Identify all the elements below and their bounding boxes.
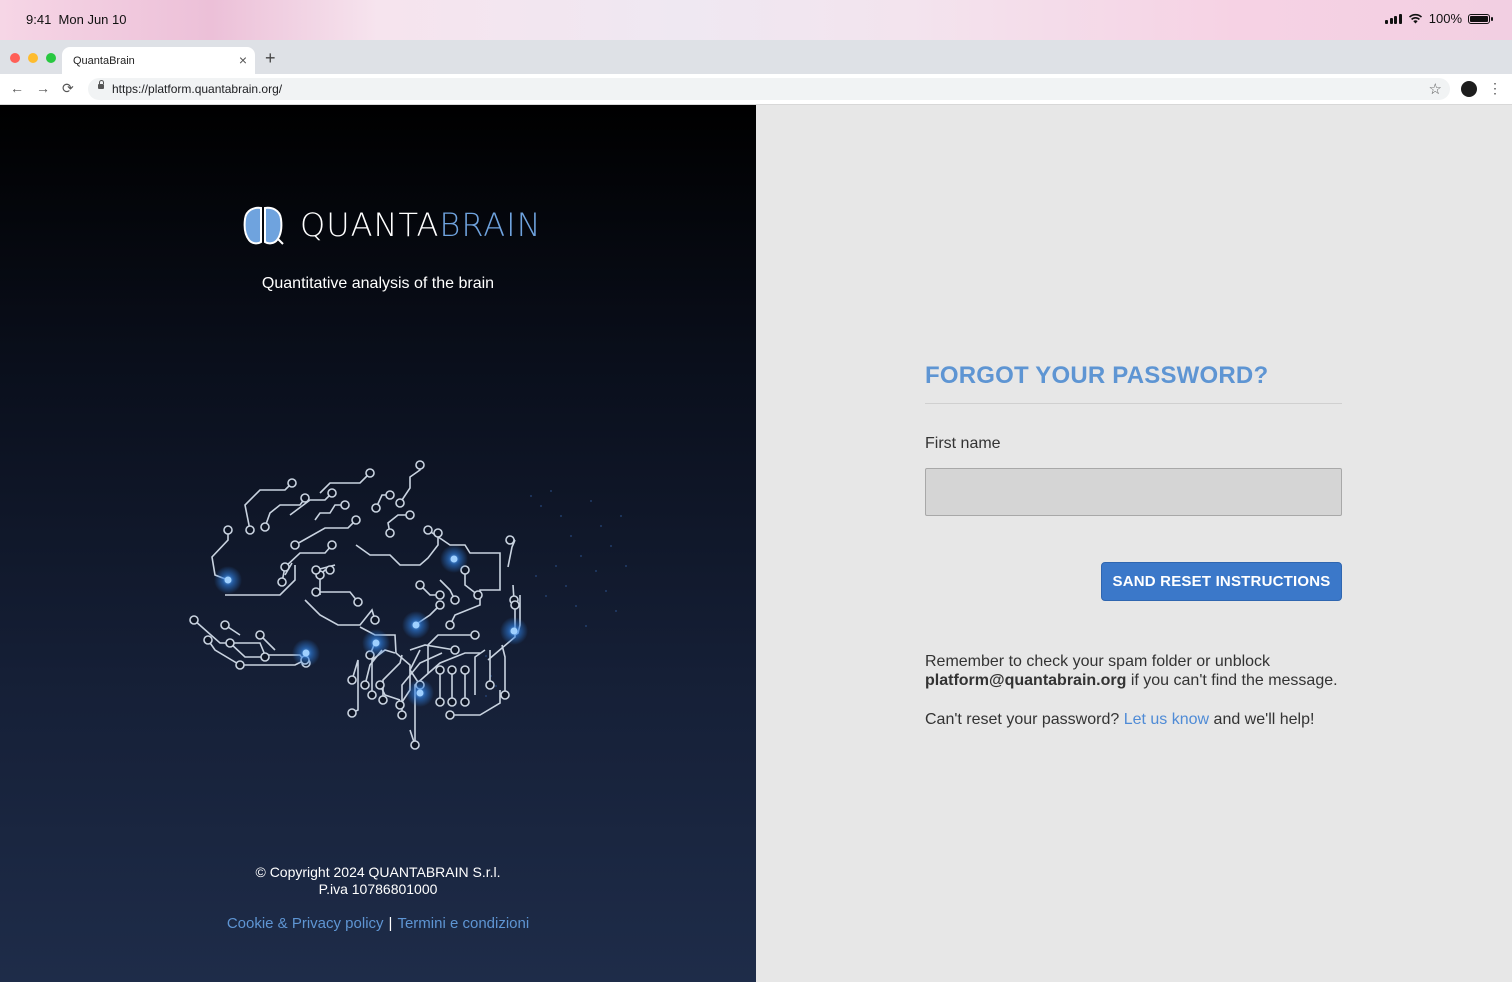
send-reset-button[interactable]: SAND RESET INSTRUCTIONS	[1101, 562, 1342, 601]
cookie-privacy-link[interactable]: Cookie & Privacy policy	[227, 915, 384, 932]
let-us-know-link[interactable]: Let us know	[1124, 711, 1209, 728]
status-indicators: 100%	[1385, 11, 1493, 26]
maximize-window-button[interactable]	[46, 53, 56, 63]
browser-tab[interactable]: QuantaBrain ×	[62, 47, 255, 74]
copyright-text: © Copyright 2024 QUANTABRAIN S.r.l.	[255, 864, 501, 880]
vat-number: P.iva 10786801000	[318, 881, 438, 897]
url-field[interactable]: https://platform.quantabrain.org/ ☆	[88, 78, 1450, 100]
brain-logo-icon	[243, 206, 284, 245]
status-time: 9:41 Mon Jun 10	[26, 12, 127, 27]
first-name-label: First name	[925, 435, 1001, 452]
forward-icon[interactable]: →	[36, 80, 50, 96]
brand-tagline: Quantitative analysis of the brain	[261, 275, 495, 292]
branding-panel: QUANTABRAIN Quantitative analysis of the…	[0, 105, 756, 982]
lock-icon	[98, 80, 104, 89]
browser-tab-bar: QuantaBrain × +	[0, 40, 1512, 74]
copyright-block: © Copyright 2024 QUANTABRAIN S.r.l. P.iv…	[0, 864, 756, 898]
brand-logo: QUANTABRAIN	[242, 205, 542, 245]
tab-title: QuantaBrain	[73, 55, 135, 67]
tab-close-icon[interactable]: ×	[239, 52, 247, 68]
status-bar: 9:41 Mon Jun 10 100%	[0, 0, 1512, 40]
brand-name: QUANTABRAIN	[300, 206, 542, 244]
window-controls	[10, 53, 56, 63]
title-divider	[925, 403, 1342, 404]
link-separator: |	[388, 915, 393, 932]
battery-icon	[1468, 13, 1493, 24]
address-bar: ← → ⟳ https://platform.quantabrain.org/ …	[0, 74, 1512, 105]
profile-avatar[interactable]	[1461, 81, 1477, 97]
terms-link[interactable]: Termini e condizioni	[397, 915, 529, 932]
circuit-brain-illustration	[189, 460, 627, 750]
minimize-window-button[interactable]	[28, 53, 38, 63]
footer-links: Cookie & Privacy policy | Termini e condiz…	[0, 915, 756, 932]
back-icon[interactable]: ←	[10, 80, 24, 96]
browser-menu-icon[interactable]: ⋮	[1488, 80, 1502, 97]
reload-icon[interactable]: ⟳	[62, 80, 74, 97]
wifi-icon	[1408, 13, 1422, 24]
page-title: FORGOT YOUR PASSWORD?	[925, 362, 1269, 389]
spam-notice: Remember to check your spam folder or un…	[925, 653, 1338, 689]
reset-password-panel: FORGOT YOUR PASSWORD? First name SAND RE…	[756, 105, 1512, 982]
new-tab-button[interactable]: +	[265, 49, 276, 67]
bookmark-star-icon[interactable]: ☆	[1429, 80, 1442, 98]
platform-email: platform@quantabrain.org	[925, 672, 1127, 689]
help-text: Can't reset your password? Let us know a…	[925, 711, 1315, 728]
url-text[interactable]: https://platform.quantabrain.org/	[112, 82, 282, 96]
first-name-input[interactable]	[925, 468, 1342, 516]
cellular-signal-icon	[1385, 13, 1402, 24]
battery-percent: 100%	[1428, 11, 1462, 26]
close-window-button[interactable]	[10, 53, 20, 63]
